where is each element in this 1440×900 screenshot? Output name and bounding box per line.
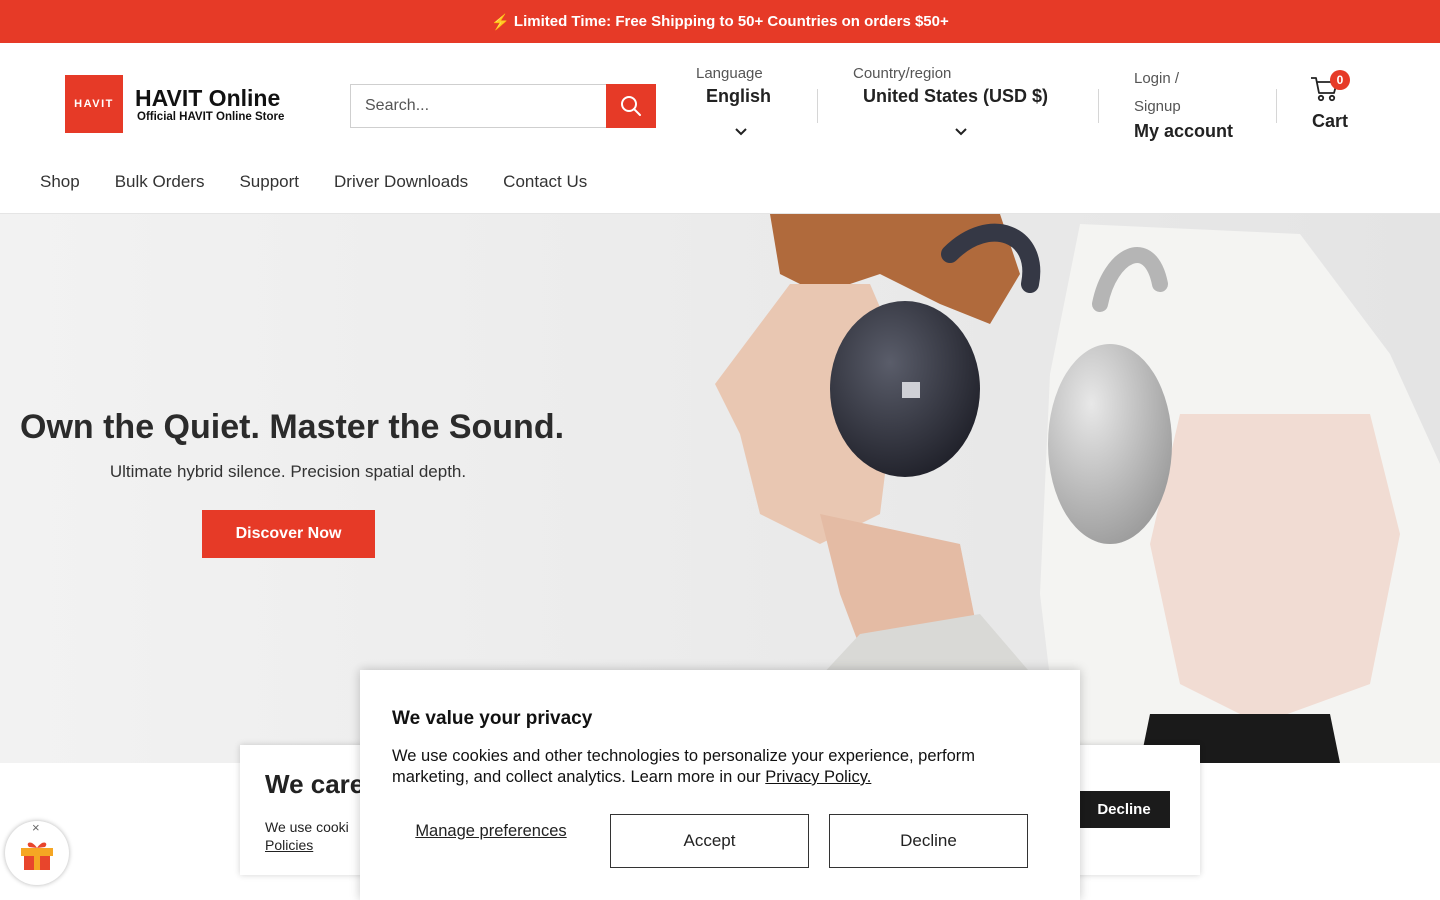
account-link[interactable]: Login / Signup My account	[1134, 65, 1233, 142]
chevron-down-icon[interactable]	[955, 128, 967, 136]
hero-subtitle: Ultimate hybrid silence. Precision spati…	[109, 462, 467, 481]
my-account-link[interactable]: My account	[1134, 121, 1233, 142]
chevron-down-icon[interactable]	[735, 128, 747, 136]
divider	[1276, 89, 1277, 123]
search-icon	[621, 96, 641, 116]
nav-item-shop[interactable]: Shop	[40, 172, 80, 192]
logo-title: HAVIT Online	[135, 85, 281, 111]
privacy-dialog: We value your privacy We use cookies and…	[360, 670, 1080, 900]
login-signup-link[interactable]: Login / Signup	[1134, 65, 1204, 121]
gift-icon	[21, 842, 53, 870]
site-logo[interactable]: HAVIT HAVIT Online Official HAVIT Online…	[65, 75, 284, 133]
nav-item-support[interactable]: Support	[239, 172, 299, 192]
privacy-title: We value your privacy	[392, 708, 593, 729]
divider	[1098, 89, 1099, 123]
privacy-body: We use cookies and other technologies to…	[392, 747, 976, 786]
region-value: United States (USD $)	[863, 86, 1049, 106]
site-header: HAVIT HAVIT Online Official HAVIT Online…	[0, 43, 1440, 214]
manage-preferences-link[interactable]: Manage preferences	[410, 822, 572, 841]
region-selector[interactable]: Country/region United States (USD $)	[853, 65, 1048, 107]
nav-item-contact-us[interactable]: Contact Us	[503, 172, 587, 192]
cart-label: Cart	[1312, 111, 1349, 131]
lightning-icon: ⚡	[491, 13, 510, 31]
policies-link[interactable]: Policies	[265, 837, 313, 853]
close-icon[interactable]: ×	[32, 820, 40, 835]
nav-item-driver-downloads[interactable]: Driver Downloads	[334, 172, 468, 192]
accept-button[interactable]: Accept	[610, 814, 809, 868]
privacy-policy-link[interactable]: Privacy Policy.	[765, 768, 871, 786]
discover-now-button[interactable]: Discover Now	[202, 510, 375, 558]
nav-item-bulk-orders[interactable]: Bulk Orders	[115, 172, 205, 192]
care-banner-title: We care	[265, 769, 365, 799]
region-label: Country/region	[853, 65, 952, 82]
divider	[817, 89, 818, 123]
promo-text: Limited Time: Free Shipping to 50+ Count…	[513, 13, 949, 30]
care-banner-text: We use cooki	[265, 819, 349, 835]
language-label: Language	[696, 65, 763, 82]
language-value: English	[706, 86, 772, 106]
cart-count-badge: 0	[1330, 70, 1350, 90]
language-selector[interactable]: Language English	[696, 65, 771, 107]
cart-button[interactable]: 0 Cart	[1310, 70, 1370, 131]
logo-mark: HAVIT	[65, 75, 123, 133]
search-button[interactable]	[606, 84, 656, 128]
promo-bar: ⚡ Limited Time: Free Shipping to 50+ Cou…	[0, 0, 1440, 43]
care-decline-button[interactable]: Decline	[1078, 791, 1170, 828]
main-nav: Shop Bulk Orders Support Driver Download…	[40, 172, 587, 192]
logo-subtitle: Official HAVIT Online Store	[137, 111, 285, 123]
privacy-text: We use cookies and other technologies to…	[392, 746, 1052, 788]
search-input[interactable]	[350, 84, 606, 128]
hero-title: Own the Quiet. Master the Sound.	[20, 408, 565, 446]
gift-widget-button[interactable]: ×	[5, 820, 69, 885]
decline-button[interactable]: Decline	[829, 814, 1028, 868]
search-bar	[350, 84, 656, 128]
